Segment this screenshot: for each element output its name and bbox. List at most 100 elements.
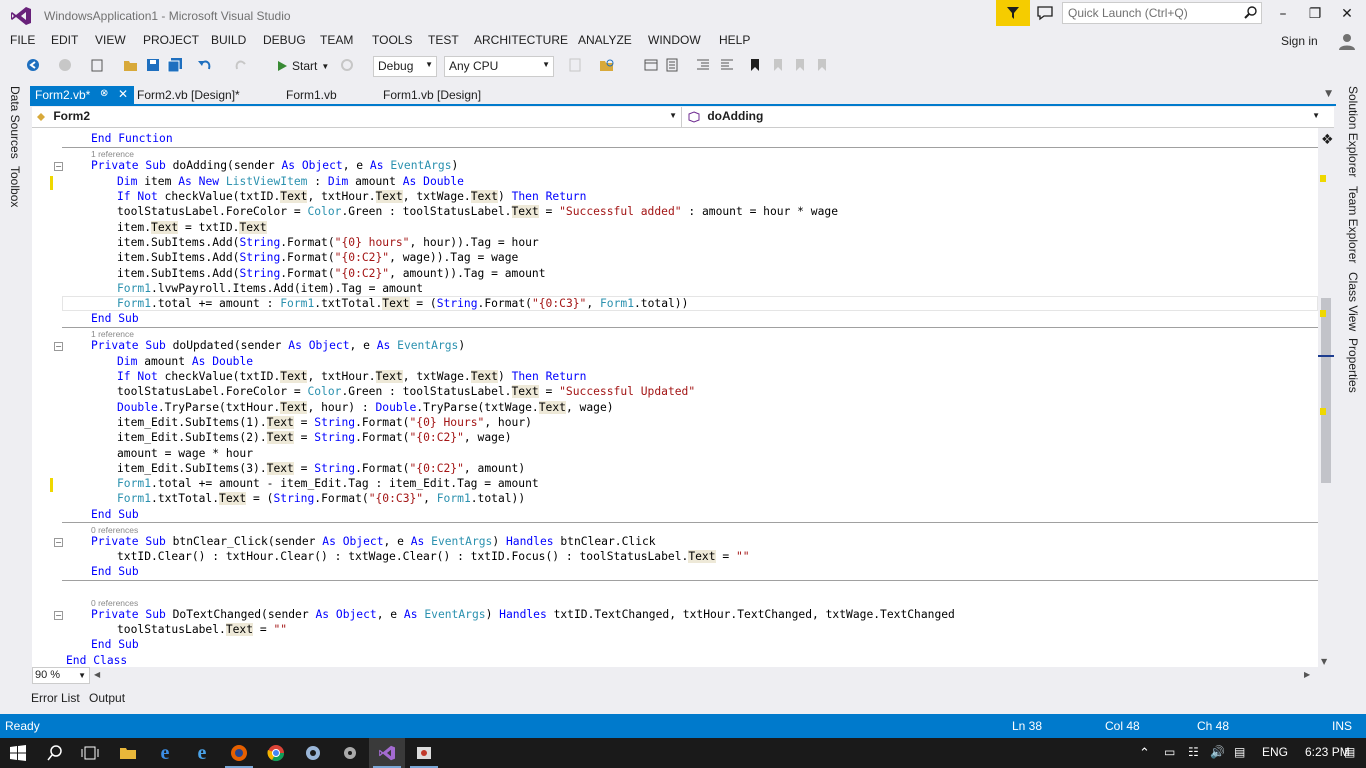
menu-build[interactable]: BUILD [211,33,246,47]
task-view-icon[interactable] [72,738,108,768]
menu-tools[interactable]: TOOLS [372,33,412,47]
code-line: item.SubItems.Add(String.Format("{0} hou… [117,236,539,249]
edge-browser-icon[interactable]: e [147,738,183,768]
collapse-icon[interactable]: − [54,538,63,547]
search-icon[interactable] [37,738,73,768]
team-explorer-tab[interactable]: Team Explorer [1346,186,1360,263]
vertical-scrollbar[interactable]: ❖ ▼ [1318,128,1334,668]
class-view-tab[interactable]: Class View [1346,272,1360,331]
open-file-icon[interactable] [122,56,140,74]
split-icon[interactable]: ❖ [1321,132,1334,148]
clock[interactable]: 6:23 PM [1305,745,1350,759]
undo-icon[interactable] [196,56,214,74]
firefox-icon[interactable] [221,738,257,768]
line-number: Ln 38 [1012,719,1043,733]
settings-app-icon[interactable] [332,738,368,768]
collapse-icon[interactable]: − [54,342,63,351]
minimize-button[interactable]: – [1268,4,1298,24]
solution-platform-select[interactable]: Any CPU ▼ [444,56,554,77]
toolbox-tab[interactable]: Toolbox [8,166,22,207]
solution-configuration-select[interactable]: Debug ▼ [373,56,437,77]
notifications-filter-button[interactable] [996,0,1030,26]
code-line: item.SubItems.Add(String.Format("{0:C2}"… [117,251,519,264]
menu-test[interactable]: TEST [428,33,459,47]
horizontal-scrollbar[interactable]: 90 % ▼ ◀ ▶ [32,667,1334,684]
internet-explorer-icon[interactable]: e [184,738,220,768]
error-list-tab[interactable]: Error List [31,691,80,705]
attach-icon[interactable] [566,56,584,74]
windows-app-icon[interactable] [406,738,442,768]
tab-form1-design[interactable]: Form1.vb [Design] [378,86,486,105]
code-editor[interactable]: End Function 1 reference − Private Sub d… [32,128,1318,668]
menu-window[interactable]: WINDOW [648,33,701,47]
menu-team[interactable]: TEAM [320,33,353,47]
feedback-icon[interactable] [1036,4,1054,22]
start-menu-icon[interactable] [0,738,36,768]
scroll-right-icon[interactable]: ▶ [1304,670,1310,679]
next-bookmark-icon[interactable] [792,56,810,74]
properties-tab[interactable]: Properties [1346,338,1360,393]
left-dock: Data Sources Toolbox [0,80,30,688]
close-button[interactable]: ✕ [1332,4,1362,24]
sign-in-link[interactable]: Sign in [1281,34,1318,48]
menu-help[interactable]: HELP [719,33,750,47]
input-language[interactable]: ENG [1262,745,1288,759]
properties-icon[interactable] [664,56,682,74]
close-tab-icon[interactable]: ✕ [118,87,128,101]
solution-explorer-tab[interactable]: Solution Explorer [1346,86,1360,177]
find-in-files-icon[interactable] [598,56,616,74]
pin-icon[interactable]: ⊗ [100,88,108,99]
menu-analyze[interactable]: ANALYZE [578,33,632,47]
menu-project[interactable]: PROJECT [143,33,199,47]
output-tab[interactable]: Output [89,691,125,705]
scroll-down-icon[interactable]: ▼ [1321,657,1327,666]
navigate-forward-icon[interactable] [56,56,74,74]
code-navigation-bar: Form2 ▼ doAdding ▼ [32,107,1334,128]
save-all-icon[interactable] [166,56,184,74]
notification-icon[interactable]: ▤ [1344,745,1355,759]
member-dropdown[interactable]: doAdding ▼ [684,107,1324,127]
indent-icon[interactable] [694,56,712,74]
menu-debug[interactable]: DEBUG [263,33,306,47]
menu-architecture[interactable]: ARCHITECTURE [474,33,568,47]
clear-bookmarks-icon[interactable] [814,56,832,74]
refresh-icon[interactable] [338,56,356,74]
zoom-select[interactable]: 90 % ▼ [32,667,90,684]
wifi-icon[interactable]: ☷ [1188,745,1199,759]
navigate-back-icon[interactable] [24,56,42,74]
action-center-icon[interactable]: ▤ [1234,745,1245,759]
collapse-icon[interactable]: − [54,611,63,620]
tab-form2-vb[interactable]: Form2.vb* ⊗ ✕ [30,86,134,105]
menu-view[interactable]: VIEW [95,33,126,47]
scroll-thumb[interactable] [1321,298,1331,483]
outdent-icon[interactable] [718,56,736,74]
scroll-left-icon[interactable]: ◀ [94,670,100,679]
file-explorer-icon[interactable] [110,738,146,768]
tab-overflow-icon[interactable]: ▼ [1325,89,1332,99]
volume-icon[interactable]: 🔊 [1210,745,1225,759]
menu-edit[interactable]: EDIT [51,33,78,47]
user-icon[interactable] [1336,30,1358,52]
solution-explorer-icon[interactable] [642,56,660,74]
bookmark-icon[interactable] [746,56,764,74]
start-debugging-button[interactable]: Start ▼ [276,56,329,76]
restore-button[interactable]: ❐ [1300,4,1330,24]
chrome-icon[interactable] [258,738,294,768]
tab-form2-design[interactable]: Form2.vb [Design]* [132,86,245,105]
data-sources-tab[interactable]: Data Sources [8,86,22,159]
char-number: Ch 48 [1197,719,1230,733]
battery-icon[interactable]: ▭ [1164,745,1175,759]
collapse-icon[interactable]: − [54,162,63,171]
menu-file[interactable]: FILE [10,33,35,47]
code-line: Form1.total += amount - item_Edit.Tag : … [117,477,539,490]
redo-icon[interactable] [232,56,250,74]
new-project-icon[interactable] [88,56,106,74]
chevron-up-icon[interactable]: ⌃ [1139,745,1150,761]
quick-launch-input[interactable]: Quick Launch (Ctrl+Q) [1062,2,1262,24]
prev-bookmark-icon[interactable] [770,56,788,74]
app-icon[interactable] [295,738,331,768]
save-icon[interactable] [144,56,162,74]
visual-studio-taskbar-icon[interactable] [369,738,405,768]
type-dropdown[interactable]: Form2 ▼ [32,107,682,127]
tab-form1-vb[interactable]: Form1.vb [281,86,342,105]
